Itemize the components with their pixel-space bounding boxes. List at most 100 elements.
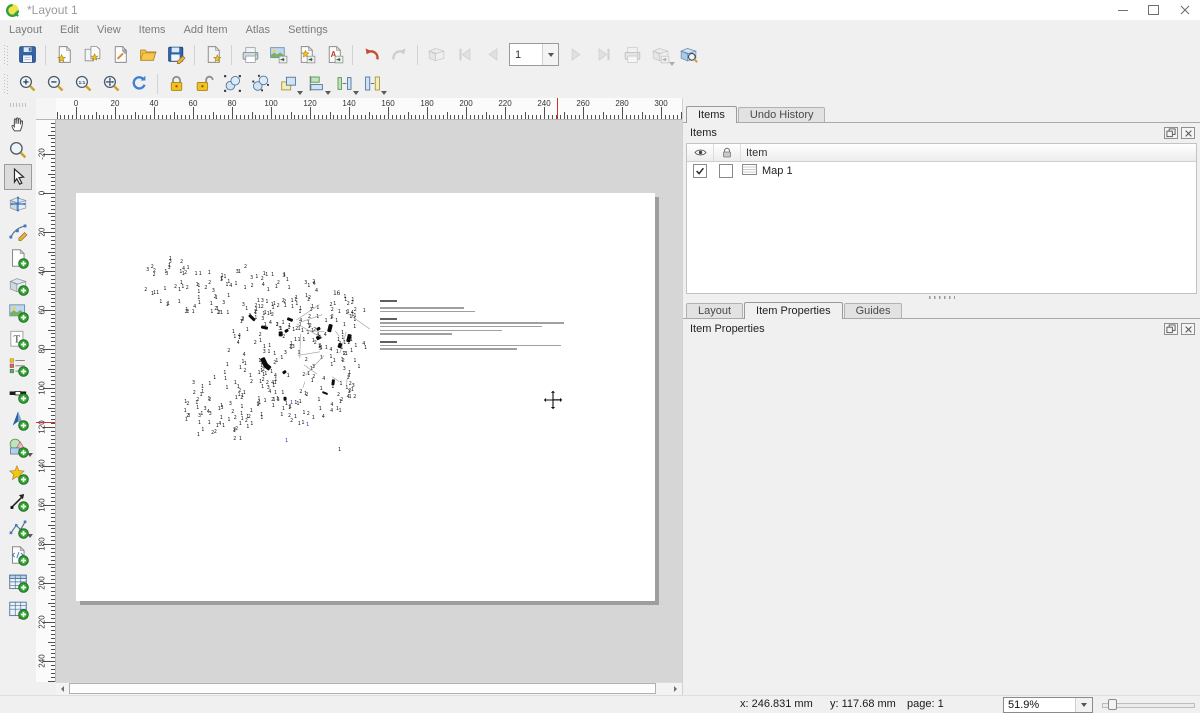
toolbox-grip[interactable] (10, 103, 26, 107)
atlas-feature-combo[interactable]: 1 (509, 43, 559, 66)
add-attribute-table-tool[interactable] (4, 569, 32, 595)
menu-items[interactable]: Items (130, 20, 175, 40)
zoom-slider[interactable] (1102, 698, 1195, 711)
menu-settings[interactable]: Settings (279, 20, 337, 40)
item-visibility-checkbox[interactable] (693, 164, 707, 178)
save-project-button[interactable] (14, 42, 40, 68)
zoom-tool[interactable] (4, 137, 32, 163)
export-as-svg-button[interactable] (293, 42, 319, 68)
cursor-y-readout: y: 117.68 mm (830, 698, 896, 710)
tab-undo-history[interactable]: Undo History (738, 107, 826, 122)
add-scalebar-tool[interactable] (4, 380, 32, 406)
window-title: *Layout 1 (27, 3, 78, 17)
close-panel-icon[interactable] (1181, 323, 1195, 335)
add-picture-tool[interactable] (4, 299, 32, 325)
items-dock: Items Ite (683, 123, 1200, 294)
atlas-settings-button[interactable] (675, 42, 701, 68)
align-selected-items-button[interactable] (303, 71, 329, 97)
zoom-slider-handle[interactable] (1108, 699, 1117, 710)
vertical-ruler: -20020406080100120140160180200220240 (36, 120, 56, 682)
zoom-combo-dropdown-icon[interactable] (1075, 698, 1092, 712)
cursor-x-readout: x: 246.831 mm (740, 698, 813, 710)
add-legend-tool[interactable] (4, 353, 32, 379)
item-lock-checkbox[interactable] (719, 164, 733, 178)
add-shape-tool[interactable] (4, 434, 32, 460)
add-page-tool[interactable] (4, 245, 32, 271)
export-as-pdf-button[interactable]: A (321, 42, 347, 68)
ruler-cursor-marker (557, 98, 558, 119)
add-pages-button[interactable] (200, 42, 226, 68)
maximize-button[interactable] (1138, 0, 1169, 20)
select-move-item-tool[interactable] (4, 164, 32, 190)
zoom-in-button[interactable] (14, 71, 40, 97)
toolbar-grip[interactable] (4, 74, 8, 94)
add-html-tool[interactable] (4, 542, 32, 568)
ruler-cursor-marker (36, 422, 55, 423)
raise-selected-items-button[interactable] (275, 71, 301, 97)
toolbox: T (0, 98, 36, 695)
float-panel-icon[interactable] (1164, 323, 1178, 335)
edit-nodes-item-tool[interactable] (4, 218, 32, 244)
add-items-from-template-button[interactable] (135, 42, 161, 68)
distribute-items-button[interactable] (331, 71, 357, 97)
duplicate-layout-button[interactable] (79, 42, 105, 68)
menu-view[interactable]: View (88, 20, 130, 40)
items-list: Item Map 1 (686, 143, 1197, 294)
menu-add-item[interactable]: Add Item (175, 20, 237, 40)
zoom-full-button[interactable] (98, 71, 124, 97)
tab-layout[interactable]: Layout (686, 303, 743, 318)
zoom-actual-button[interactable]: 1:1 (70, 71, 96, 97)
close-panel-icon[interactable] (1181, 127, 1195, 139)
close-button[interactable] (1169, 0, 1200, 20)
zoom-level-combo[interactable]: 51.9% (1003, 697, 1093, 713)
refresh-view-button[interactable] (126, 71, 152, 97)
menu-atlas[interactable]: Atlas (237, 20, 279, 40)
save-as-template-button[interactable] (163, 42, 189, 68)
toolbar-grip[interactable] (4, 45, 8, 65)
pan-tool[interactable] (4, 110, 32, 136)
tab-item-properties[interactable]: Item Properties (744, 302, 843, 319)
layout-manager-button[interactable] (107, 42, 133, 68)
undo-button[interactable] (358, 42, 384, 68)
scroll-left-button[interactable] (56, 683, 69, 695)
main-area: T 02040608010012014016018020022024026028… (0, 98, 1200, 695)
float-panel-icon[interactable] (1164, 127, 1178, 139)
zoom-level-value: 51.9% (1004, 699, 1075, 711)
unlock-all-button[interactable] (191, 71, 217, 97)
tab-items[interactable]: Items (686, 106, 737, 123)
lock-column-lock-icon (714, 144, 741, 161)
items-dock-title: Items (690, 127, 717, 139)
text-notes-item[interactable] (380, 299, 570, 352)
add-label-tool[interactable]: T (4, 326, 32, 352)
scroll-right-button[interactable] (669, 683, 682, 695)
lock-selected-items-button[interactable] (163, 71, 189, 97)
add-node-item-tool[interactable] (4, 515, 32, 541)
combo-dropdown-icon[interactable] (542, 44, 558, 65)
ungroup-items-button[interactable] (247, 71, 273, 97)
export-as-image-button[interactable] (265, 42, 291, 68)
add-north-arrow-tool[interactable] (4, 407, 32, 433)
add-arrow-tool[interactable] (4, 488, 32, 514)
new-layout-button[interactable] (51, 42, 77, 68)
horizontal-scrollbar[interactable] (56, 682, 682, 695)
item-properties-dock: Item Properties (683, 319, 1200, 338)
print-layout-button[interactable] (237, 42, 263, 68)
toolbar-separator (194, 45, 195, 65)
menu-layout[interactable]: Layout (0, 20, 51, 40)
map-item[interactable]: 16 1413212133111211124121411111114211111… (138, 253, 370, 459)
move-cursor-icon (541, 388, 565, 412)
add-marker-tool[interactable] (4, 461, 32, 487)
menu-edit[interactable]: Edit (51, 20, 88, 40)
move-item-content-tool[interactable] (4, 191, 32, 217)
add-map-tool[interactable] (4, 272, 32, 298)
minimize-button[interactable] (1107, 0, 1138, 20)
zoom-out-button[interactable] (42, 71, 68, 97)
resize-items-button[interactable] (359, 71, 385, 97)
item-label: Map 1 (762, 165, 793, 177)
group-items-button[interactable] (219, 71, 245, 97)
table-row[interactable]: Map 1 (687, 162, 1196, 180)
canvas-viewport[interactable]: 16 1413212133111211124121411111114211111… (56, 120, 682, 682)
tab-guides[interactable]: Guides (844, 303, 903, 318)
scrollbar-thumb[interactable] (69, 683, 656, 694)
add-fixed-table-tool[interactable] (4, 596, 32, 622)
